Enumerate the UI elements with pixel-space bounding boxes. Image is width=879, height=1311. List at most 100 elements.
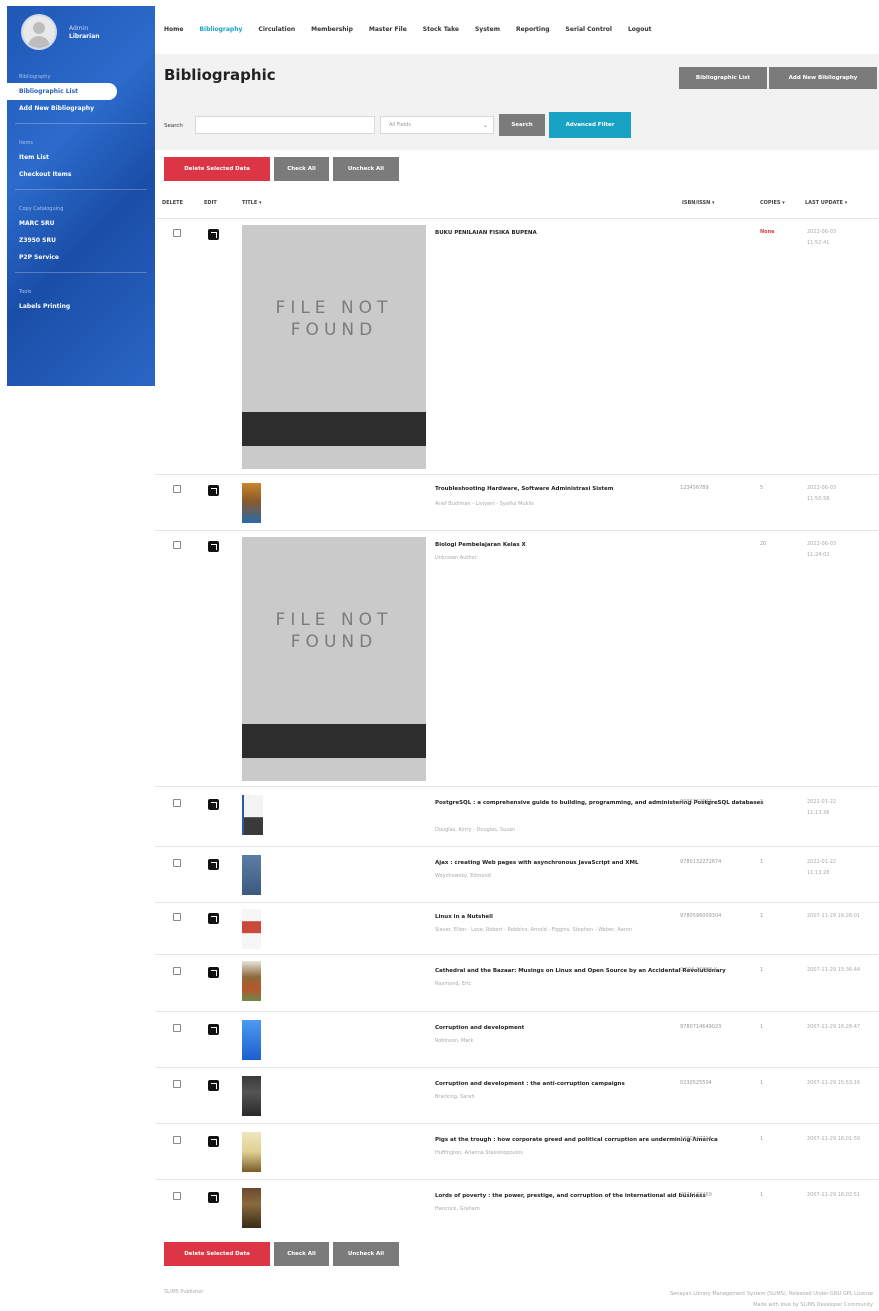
copies-value: 20 — [760, 541, 767, 547]
nav-stock-take[interactable]: Stock Take — [423, 26, 459, 33]
delete-selected-button-bottom[interactable]: Delete Selected Data — [164, 1242, 270, 1266]
search-label: Search — [164, 123, 183, 129]
copies-value: 1 — [760, 1080, 764, 1086]
nav-home[interactable]: Home — [164, 26, 183, 33]
row-checkbox[interactable] — [173, 967, 181, 975]
last-update: 2022-01-22 11:13:36 — [807, 799, 837, 816]
book-author: Arief Budiman - Liviyani - Syaiful Mukli… — [435, 501, 534, 507]
book-cover — [242, 1020, 261, 1060]
copies-value: 1 — [760, 913, 764, 919]
table-row: PostgreSQL : a comprehensive guide to bu… — [155, 786, 879, 847]
edit-icon[interactable] — [208, 1080, 219, 1091]
delete-selected-button[interactable]: Delete Selected Data — [164, 157, 270, 181]
sidebar-item-labels-printing[interactable]: Labels Printing — [7, 298, 155, 315]
edit-icon[interactable] — [208, 229, 219, 240]
nav-logout[interactable]: Logout — [628, 26, 652, 33]
sidebar-divider — [15, 123, 147, 124]
row-checkbox[interactable] — [173, 1080, 181, 1088]
row-checkbox[interactable] — [173, 229, 181, 237]
nav-circulation[interactable]: Circulation — [258, 26, 295, 33]
book-cover — [242, 1188, 261, 1228]
edit-icon[interactable] — [208, 541, 219, 552]
edit-icon[interactable] — [208, 1024, 219, 1035]
advanced-filter-button[interactable]: Advanced Filter — [549, 112, 631, 138]
last-update: 2007-11-29 16:28:47 — [807, 1024, 861, 1030]
uncheck-all-button[interactable]: Uncheck All — [333, 157, 399, 181]
sidebar: Admin Librarian Bibliography Bibliograph… — [7, 6, 155, 386]
edit-icon[interactable] — [208, 1192, 219, 1203]
col-edit: EDIT — [204, 200, 217, 206]
nav-bibliography[interactable]: Bibliography — [199, 26, 242, 33]
bibliographic-list-button[interactable]: Bibliographic List — [679, 67, 767, 89]
book-author: Woychowsky, Edmond — [435, 873, 491, 879]
sidebar-item-marc-sru[interactable]: MARC SRU — [7, 215, 155, 232]
col-last-update-sort[interactable]: LAST UPDATE ▾ — [805, 200, 847, 206]
check-all-button[interactable]: Check All — [274, 157, 329, 181]
row-checkbox[interactable] — [173, 1024, 181, 1032]
book-title[interactable]: Troubleshooting Hardware, Software Admin… — [435, 483, 613, 495]
sidebar-item-p2p-service[interactable]: P2P Service — [7, 249, 155, 266]
edit-icon[interactable] — [208, 1136, 219, 1147]
sidebar-section-tools: Tools — [19, 289, 32, 295]
sidebar-item-z3950-sru[interactable]: Z3950 SRU — [7, 232, 155, 249]
book-author: Douglas, Korry - Douglas, Susan — [435, 827, 516, 833]
search-field-select[interactable]: All Fields ⌄ — [380, 116, 494, 134]
edit-icon[interactable] — [208, 799, 219, 810]
isbn-value: 0735712573 — [680, 799, 712, 805]
last-update: 2007-11-29 16:01:59 — [807, 1136, 861, 1142]
book-title[interactable]: Lords of poverty : the power, prestige, … — [435, 1190, 706, 1202]
book-cover-placeholder: FILE NOT FOUND — [242, 537, 426, 781]
table-row: Ajax : creating Web pages with asynchron… — [155, 846, 879, 903]
book-title[interactable]: Linux in a Nutshell — [435, 911, 493, 923]
search-button[interactable]: Search — [499, 114, 545, 136]
avatar[interactable] — [21, 14, 57, 50]
nav-master-file[interactable]: Master File — [369, 26, 407, 33]
nav-serial-control[interactable]: Serial Control — [566, 26, 612, 33]
col-title-sort[interactable]: TITLE ▾ — [242, 200, 262, 206]
table-row: Troubleshooting Hardware, Software Admin… — [155, 474, 879, 531]
last-update: 2007-11-29 15:53:16 — [807, 1080, 861, 1086]
col-copies-sort[interactable]: COPIES ▾ — [760, 200, 785, 206]
book-title[interactable]: PostgreSQL : a comprehensive guide to bu… — [435, 797, 764, 809]
sidebar-section-items: Items — [19, 140, 33, 146]
sidebar-item-checkout-items[interactable]: Checkout Items — [7, 166, 155, 183]
isbn-value: 0230525504 — [680, 1080, 712, 1086]
footer-credits-line2: Made with love by SLiMS Developer Commun… — [753, 1302, 873, 1308]
edit-icon[interactable] — [208, 859, 219, 870]
edit-icon[interactable] — [208, 967, 219, 978]
copies-value: None — [760, 229, 775, 235]
book-title[interactable]: Ajax : creating Web pages with asynchron… — [435, 857, 639, 869]
add-new-bibliography-button[interactable]: Add New Bibliography — [769, 67, 877, 89]
row-checkbox[interactable] — [173, 541, 181, 549]
book-title[interactable]: BUKU PENILAIAN FISIKA BUPENA — [435, 227, 537, 239]
book-title[interactable]: Corruption and development : the anti-co… — [435, 1078, 625, 1090]
row-checkbox[interactable] — [173, 799, 181, 807]
book-author: Raymond, Eric — [435, 981, 472, 987]
check-all-button-bottom[interactable]: Check All — [274, 1242, 329, 1266]
row-checkbox[interactable] — [173, 859, 181, 867]
sidebar-item-item-list[interactable]: Item List — [7, 149, 155, 166]
book-cover — [242, 795, 263, 835]
book-title[interactable]: Biologi Pembelajaran Kelas X — [435, 539, 526, 551]
row-checkbox[interactable] — [173, 1192, 181, 1200]
nav-membership[interactable]: Membership — [311, 26, 353, 33]
uncheck-all-button-bottom[interactable]: Uncheck All — [333, 1242, 399, 1266]
book-title[interactable]: Corruption and development — [435, 1022, 524, 1034]
footer-credits: Senayan Library Management System (SLiMS… — [670, 1289, 873, 1311]
sidebar-item-add-new-bibliography[interactable]: Add New Bibliography — [7, 100, 155, 117]
nav-system[interactable]: System — [475, 26, 500, 33]
row-checkbox[interactable] — [173, 485, 181, 493]
book-author: Robinson, Mark — [435, 1038, 474, 1044]
book-title[interactable]: Pigs at the trough : how corporate greed… — [435, 1134, 718, 1146]
edit-icon[interactable] — [208, 485, 219, 496]
row-checkbox[interactable] — [173, 913, 181, 921]
col-isbn-sort[interactable]: ISBN/ISSN ▾ — [682, 200, 715, 206]
table-row: Lords of poverty : the power, prestige, … — [155, 1179, 879, 1236]
book-cover — [242, 483, 261, 523]
search-input[interactable] — [195, 116, 375, 134]
nav-reporting[interactable]: Reporting — [516, 26, 550, 33]
isbn-value: 9780714649023 — [680, 1024, 722, 1030]
edit-icon[interactable] — [208, 913, 219, 924]
row-checkbox[interactable] — [173, 1136, 181, 1144]
sidebar-item-bibliographic-list[interactable]: Bibliographic List — [7, 83, 117, 100]
